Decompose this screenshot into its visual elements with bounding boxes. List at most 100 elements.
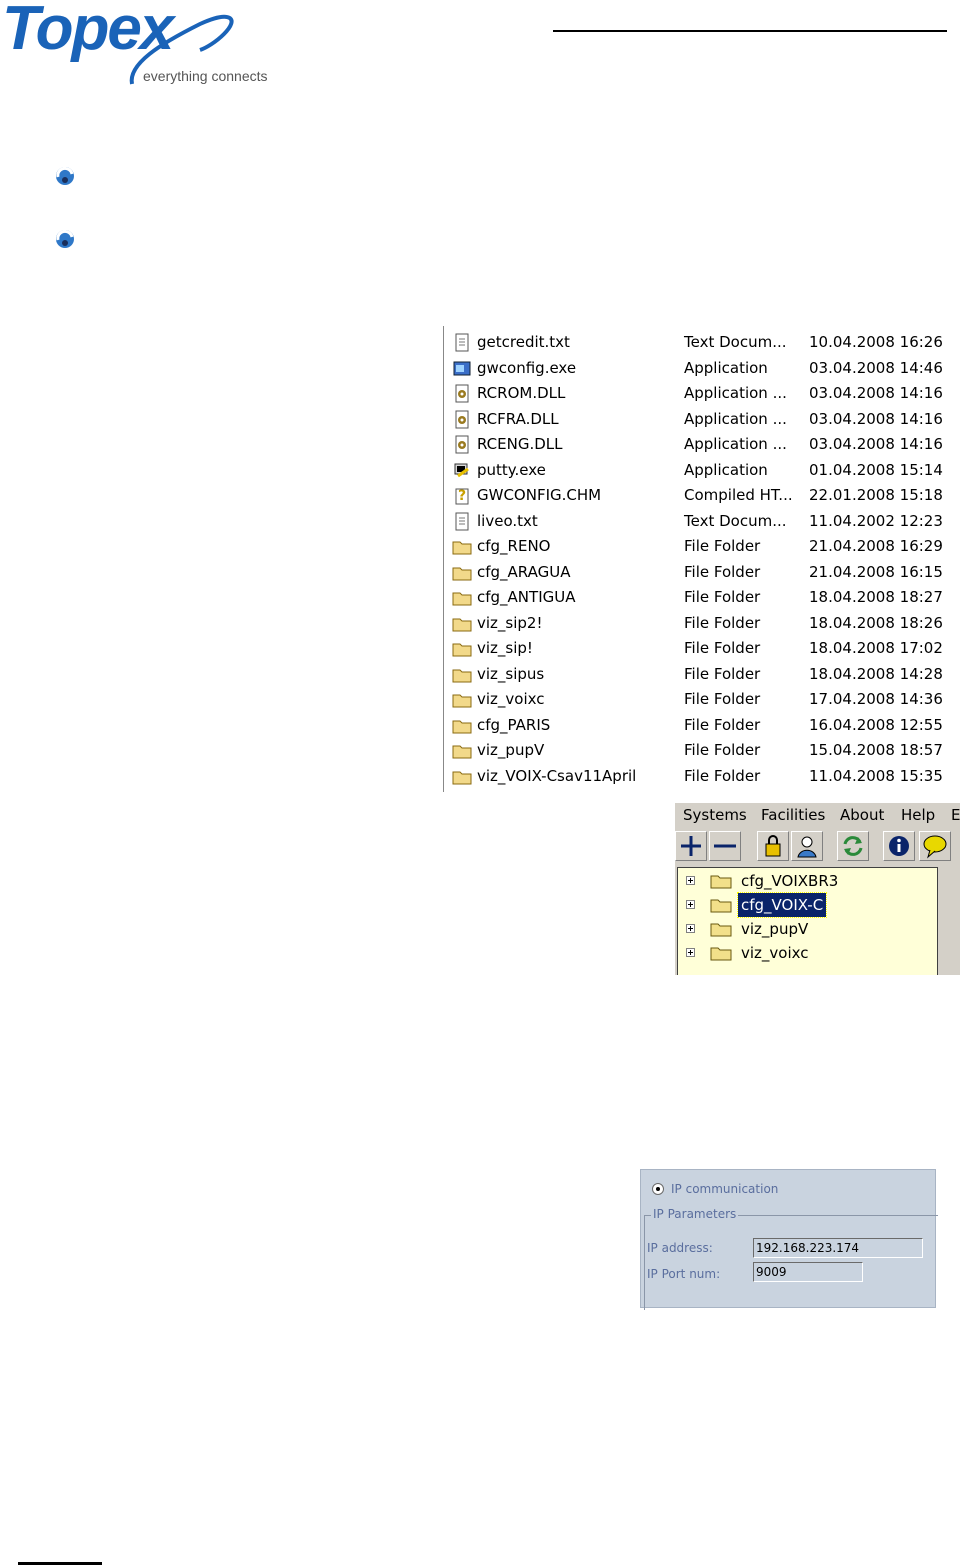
- file-name: viz_sipus: [477, 664, 545, 683]
- file-name: viz_sip!: [477, 639, 533, 657]
- expand-icon[interactable]: [686, 876, 695, 885]
- file-date: 03.04.2008 14:16: [809, 435, 943, 453]
- file-date: 03.04.2008 14:16: [809, 409, 943, 428]
- file-type: File Folder: [684, 562, 761, 581]
- file-date: 18.04.2008 18:26: [809, 613, 943, 632]
- tree-item[interactable]: viz_voixc: [678, 941, 938, 965]
- remove-button[interactable]: [709, 831, 741, 861]
- ip-port-field[interactable]: 9009: [753, 1262, 863, 1282]
- expand-icon[interactable]: [686, 948, 695, 957]
- file-row[interactable]: cfg_ARAGUA File Folder 21.04.2008 16:15: [444, 560, 960, 586]
- file-type: Compiled HT...: [684, 486, 793, 504]
- folder-icon: [452, 745, 472, 759]
- file-row[interactable]: viz_sip! File Folder 18.04.2008 17:02: [444, 636, 960, 662]
- file-date: 15.04.2008 18:57: [809, 741, 943, 759]
- file-date: 21.04.2008 16:15: [809, 562, 943, 581]
- file-type: File Folder: [684, 537, 761, 555]
- menu-help[interactable]: Help: [901, 803, 935, 827]
- file-name: viz_VOIX-Csav11April: [477, 766, 637, 785]
- menu-about[interactable]: About: [840, 803, 884, 827]
- dll-icon: [455, 410, 469, 428]
- file-date: 18.04.2008 18:27: [809, 588, 943, 606]
- topex-logo: Topex everything connects: [0, 0, 300, 100]
- help-button[interactable]: [919, 831, 951, 861]
- expand-icon[interactable]: [686, 900, 695, 909]
- file-row[interactable]: viz_pupV File Folder 15.04.2008 18:57: [444, 738, 960, 764]
- menu-bar: Systems Facilities About Help E: [675, 803, 960, 827]
- folder-icon: [710, 947, 732, 961]
- file-row[interactable]: viz_sip2! File Folder 18.04.2008 18:26: [444, 611, 960, 637]
- file-date: 18.04.2008 14:28: [809, 664, 943, 683]
- file-date: 16.04.2008 12:55: [809, 715, 943, 734]
- file-type: Application ...: [684, 384, 787, 402]
- dll-icon: [455, 384, 469, 403]
- footer-divider: [18, 1562, 102, 1565]
- file-type: File Folder: [684, 639, 761, 657]
- file-row[interactable]: RCENG.DLL Application ... 03.04.2008 14:16: [444, 432, 960, 458]
- file-date: 17.04.2008 14:36: [809, 690, 943, 708]
- ip-address-field[interactable]: 192.168.223.174: [753, 1238, 923, 1258]
- tree-item-label: cfg_VOIXBR3: [741, 872, 839, 890]
- menu-systems[interactable]: Systems: [683, 803, 747, 827]
- file-name: viz_voixc: [477, 690, 545, 708]
- header-divider: [553, 30, 947, 32]
- file-date: 22.01.2008 15:18: [809, 486, 943, 504]
- tree-item-label: viz_voixc: [741, 944, 809, 962]
- file-name: getcredit.txt: [477, 333, 570, 351]
- lock-icon: [765, 835, 781, 857]
- ip-communication-radio[interactable]: [652, 1183, 664, 1195]
- file-name: cfg_ARAGUA: [477, 562, 571, 581]
- folder-icon: [452, 643, 472, 657]
- folder-icon: [452, 567, 472, 580]
- file-date: 03.04.2008 14:46: [809, 358, 943, 377]
- add-button[interactable]: [675, 831, 707, 861]
- refresh-button[interactable]: [837, 831, 869, 861]
- menu-facilities[interactable]: Facilities: [761, 803, 825, 827]
- file-name: cfg_ANTIGUA: [477, 588, 576, 606]
- dll-icon: [455, 435, 469, 454]
- logo-tagline: everything connects: [143, 68, 268, 84]
- file-row[interactable]: putty.exe Application 01.04.2008 15:14: [444, 458, 960, 484]
- file-row[interactable]: viz_sipus File Folder 18.04.2008 14:28: [444, 662, 960, 688]
- file-date: 11.04.2008 15:35: [809, 766, 943, 785]
- folder-icon: [452, 694, 472, 708]
- file-row[interactable]: liveo.txt Text Docum... 11.04.2002 12:23: [444, 509, 960, 535]
- folder-icon: [452, 541, 472, 555]
- ip-parameters-title: IP Parameters: [651, 1207, 739, 1221]
- file-row[interactable]: cfg_PARIS File Folder 16.04.2008 12:55: [444, 713, 960, 739]
- file-type: File Folder: [684, 613, 761, 632]
- file-name: cfg_RENO: [477, 537, 551, 555]
- text-document-icon: [455, 512, 469, 530]
- tree-item[interactable]: cfg_VOIXBR3: [678, 869, 938, 893]
- svg-text:?: ?: [458, 488, 466, 504]
- file-row[interactable]: cfg_ANTIGUA File Folder 18.04.2008 18:27: [444, 585, 960, 611]
- application-icon: [453, 361, 471, 375]
- file-row[interactable]: RCFRA.DLL Application ... 03.04.2008 14:16: [444, 407, 960, 433]
- file-row[interactable]: RCROM.DLL Application ... 03.04.2008 14:16: [444, 381, 960, 407]
- file-row[interactable]: viz_VOIX-Csav11April File Folder 11.04.200…: [444, 764, 960, 790]
- file-row[interactable]: getcredit.txt Text Docum... 10.04.2008 16:…: [444, 330, 960, 356]
- file-name: RCROM.DLL: [477, 384, 566, 402]
- file-row[interactable]: gwconfig.exe Application 03.04.2008 14:46: [444, 356, 960, 382]
- lock-button[interactable]: [757, 831, 789, 861]
- folder-icon: [710, 899, 732, 913]
- file-row[interactable]: viz_voixc File Folder 17.04.2008 14:36: [444, 687, 960, 713]
- systems-tree: cfg_VOIXBR3 cfg_VOIX-C viz_pupV viz_voixc: [677, 867, 938, 975]
- tree-item[interactable]: cfg_VOIX-C: [678, 892, 938, 918]
- expand-icon[interactable]: [686, 924, 695, 933]
- file-name: viz_pupV: [477, 741, 545, 759]
- file-name: cfg_PARIS: [477, 715, 551, 734]
- file-explorer-list: getcredit.txt Text Docum... 10.04.2008 16:…: [443, 326, 960, 792]
- file-type: Application: [684, 460, 768, 479]
- bullet-icon: [56, 229, 74, 248]
- file-date: 10.04.2008 16:26: [809, 333, 943, 351]
- menu-more[interactable]: E: [951, 803, 960, 827]
- file-type: File Folder: [684, 690, 761, 708]
- user-button[interactable]: [791, 831, 823, 861]
- file-row[interactable]: ? GWCONFIG.CHM Compiled HT... 22.01.2008 15…: [444, 483, 960, 509]
- file-row[interactable]: cfg_RENO File Folder 21.04.2008 16:29: [444, 534, 960, 560]
- tree-item[interactable]: viz_pupV: [678, 917, 938, 941]
- folder-icon: [710, 923, 732, 937]
- info-button[interactable]: [883, 831, 915, 861]
- refresh-icon: [843, 836, 863, 856]
